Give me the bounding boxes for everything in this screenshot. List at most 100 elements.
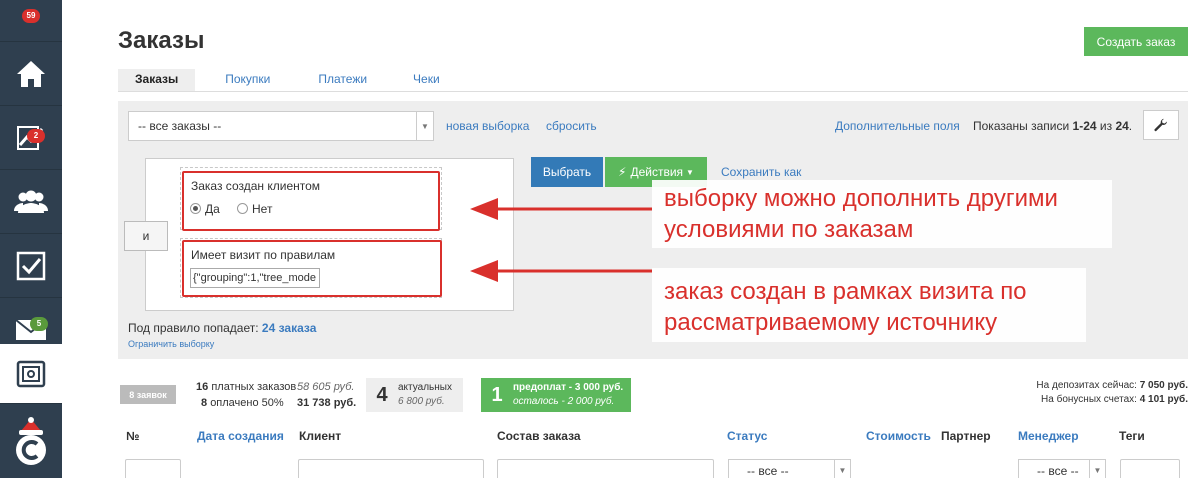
balance-summary: На депозитах сейчас: 7 050 руб. На бонус… bbox=[1036, 379, 1188, 407]
prepay-details: предоплат - 3 000 руб. осталось - 2 000 … bbox=[513, 381, 623, 409]
chevron-down-icon: ▼ bbox=[834, 460, 850, 478]
analytics-badge: 2 bbox=[27, 129, 45, 143]
annotation-arrows bbox=[470, 198, 652, 282]
paid-orders-line: 16 платных заказов bbox=[196, 381, 296, 393]
paid-label: платных заказов bbox=[211, 381, 297, 393]
records-shown-prefix: Показаны записи bbox=[973, 119, 1073, 133]
actions-label: Действия bbox=[630, 165, 684, 179]
arrow-head-1 bbox=[470, 198, 498, 220]
reset-link[interactable]: сбросить bbox=[546, 119, 597, 133]
number-filter-input[interactable] bbox=[125, 459, 181, 478]
lightning-icon: ⚡ bbox=[618, 165, 627, 179]
callout-visit-source: заказ создан в рамках визита по рассматр… bbox=[652, 268, 1086, 342]
and-operator-button[interactable]: и bbox=[124, 221, 168, 251]
rule-match-value: 24 заказа bbox=[261, 321, 317, 335]
extra-fields-link[interactable]: Дополнительные поля bbox=[835, 119, 960, 133]
records-shown-total: 24 bbox=[1115, 119, 1129, 133]
notifications-badge: 59 bbox=[22, 9, 40, 23]
column-number: № bbox=[126, 429, 140, 443]
status-filter-value: -- все -- bbox=[747, 464, 789, 478]
column-manager[interactable]: Менеджер bbox=[1018, 429, 1079, 443]
actual-details: актуальных 6 800 руб. bbox=[398, 381, 452, 409]
settings-button[interactable] bbox=[1143, 110, 1179, 140]
sidebar-item-users[interactable] bbox=[0, 170, 62, 234]
order-filter-select[interactable]: -- все заказы -- ▼ bbox=[128, 111, 434, 141]
actual-label: актуальных bbox=[398, 382, 452, 393]
visit-rules-input[interactable] bbox=[190, 268, 320, 288]
paid-50-line: 8 оплачено 50% bbox=[201, 397, 284, 409]
rule-match-prefix: Под правило попадает: bbox=[128, 321, 262, 335]
status-filter-select[interactable]: -- все -- ▼ bbox=[728, 459, 851, 478]
paid-sum-value: 58 605 руб. bbox=[297, 381, 355, 393]
prepayment-box[interactable]: 1 предоплат - 3 000 руб. осталось - 2 00… bbox=[481, 378, 631, 412]
actual-sum: 6 800 руб. bbox=[398, 396, 445, 407]
arrow-head-2 bbox=[470, 260, 498, 282]
bonus-label: На бонусных счетах: bbox=[1041, 394, 1140, 405]
radio-yes[interactable] bbox=[190, 203, 201, 214]
records-shown: Показаны записи 1-24 из 24. bbox=[973, 119, 1132, 133]
paid-sum: 58 605 руб. bbox=[297, 381, 354, 393]
caret-down-icon: ▼ bbox=[686, 167, 694, 177]
prepay-line1: предоплат - 3 000 руб. bbox=[513, 382, 624, 393]
paid50-count: 8 bbox=[201, 397, 208, 409]
deposits-label: На депозитах сейчас: bbox=[1036, 380, 1140, 391]
tab-receipts[interactable]: Чеки bbox=[393, 69, 456, 92]
column-partner: Партнер bbox=[941, 429, 991, 443]
records-shown-suffix: . bbox=[1128, 119, 1133, 133]
condition2-label: Имеет визит по правилам bbox=[191, 248, 336, 262]
callout-extra-conditions: выборку можно дополнить другими условиям… bbox=[652, 180, 1112, 248]
users-icon bbox=[14, 190, 48, 213]
tab-payments[interactable]: Платежи bbox=[296, 69, 393, 92]
prepay-count: 1 bbox=[491, 383, 503, 406]
sidebar-item-analytics[interactable]: 2 bbox=[0, 106, 62, 170]
prepay-line2: осталось - 2 000 руб. bbox=[513, 396, 615, 407]
records-shown-range: 1-24 bbox=[1072, 119, 1097, 133]
limit-selection-link[interactable]: Ограничить выборку bbox=[128, 339, 214, 349]
chevron-down-icon: ▼ bbox=[416, 112, 433, 140]
rule-match-count: Под правило попадает: 24 заказа bbox=[128, 321, 316, 335]
column-order-items: Состав заказа bbox=[497, 429, 581, 443]
bonus-value: 4 101 руб. bbox=[1139, 394, 1188, 405]
tab-orders[interactable]: Заказы bbox=[118, 69, 196, 92]
sidebar-item-logo[interactable] bbox=[0, 406, 62, 478]
column-cost[interactable]: Стоимость bbox=[866, 429, 931, 443]
mail-badge: 5 bbox=[30, 317, 48, 331]
actual-orders-box[interactable]: 4 актуальных 6 800 руб. bbox=[366, 378, 463, 412]
column-created-date[interactable]: Дата создания bbox=[197, 429, 284, 443]
deposits-value: 7 050 руб. bbox=[1139, 380, 1188, 391]
tab-bar: Заказы Покупки Платежи Чеки bbox=[118, 69, 456, 92]
paid-50-sum: 31 738 руб. bbox=[297, 397, 356, 409]
tags-filter-input[interactable] bbox=[1120, 459, 1180, 478]
manager-filter-value: -- все -- bbox=[1037, 464, 1079, 478]
deposits-line: На депозитах сейчас: 7 050 руб. bbox=[1036, 379, 1188, 393]
sidebar-item-tasks[interactable] bbox=[0, 234, 62, 298]
records-shown-mid: из bbox=[1096, 119, 1116, 133]
new-selection-link[interactable]: новая выборка bbox=[446, 119, 529, 133]
manager-filter-select[interactable]: -- все -- ▼ bbox=[1018, 459, 1106, 478]
save-as-link[interactable]: Сохранить как bbox=[721, 165, 801, 179]
items-filter-input[interactable] bbox=[497, 459, 714, 478]
paid50-label: оплачено 50% bbox=[210, 397, 284, 409]
order-filter-value: -- все заказы -- bbox=[138, 119, 222, 133]
sidebar-item-home[interactable] bbox=[0, 42, 62, 106]
condition1-label: Заказ создан клиентом bbox=[191, 179, 321, 193]
client-filter-input[interactable] bbox=[298, 459, 484, 478]
create-order-button[interactable]: Создать заказ bbox=[1084, 27, 1188, 56]
sidebar-item-safe[interactable] bbox=[0, 344, 62, 404]
tab-purchases[interactable]: Покупки bbox=[195, 69, 296, 92]
chevron-down-icon: ▼ bbox=[1089, 460, 1105, 478]
logo-icon bbox=[16, 417, 46, 465]
requests-badge: 8 заявок bbox=[120, 385, 176, 404]
bonus-line: На бонусных счетах: 4 101 руб. bbox=[1036, 393, 1188, 407]
safe-icon bbox=[16, 360, 46, 387]
tab-divider bbox=[118, 91, 1188, 92]
sidebar: 59 2 5 bbox=[0, 0, 62, 478]
sidebar-item-notifications[interactable]: 59 bbox=[0, 0, 62, 42]
paid50-sum-value: 31 738 руб. bbox=[297, 397, 357, 409]
apply-filter-button[interactable]: Выбрать bbox=[531, 157, 603, 187]
paid-count: 16 bbox=[196, 381, 209, 393]
column-status[interactable]: Статус bbox=[727, 429, 767, 443]
home-icon bbox=[17, 60, 45, 87]
wrench-icon bbox=[1154, 118, 1167, 132]
radio-no[interactable] bbox=[237, 203, 248, 214]
